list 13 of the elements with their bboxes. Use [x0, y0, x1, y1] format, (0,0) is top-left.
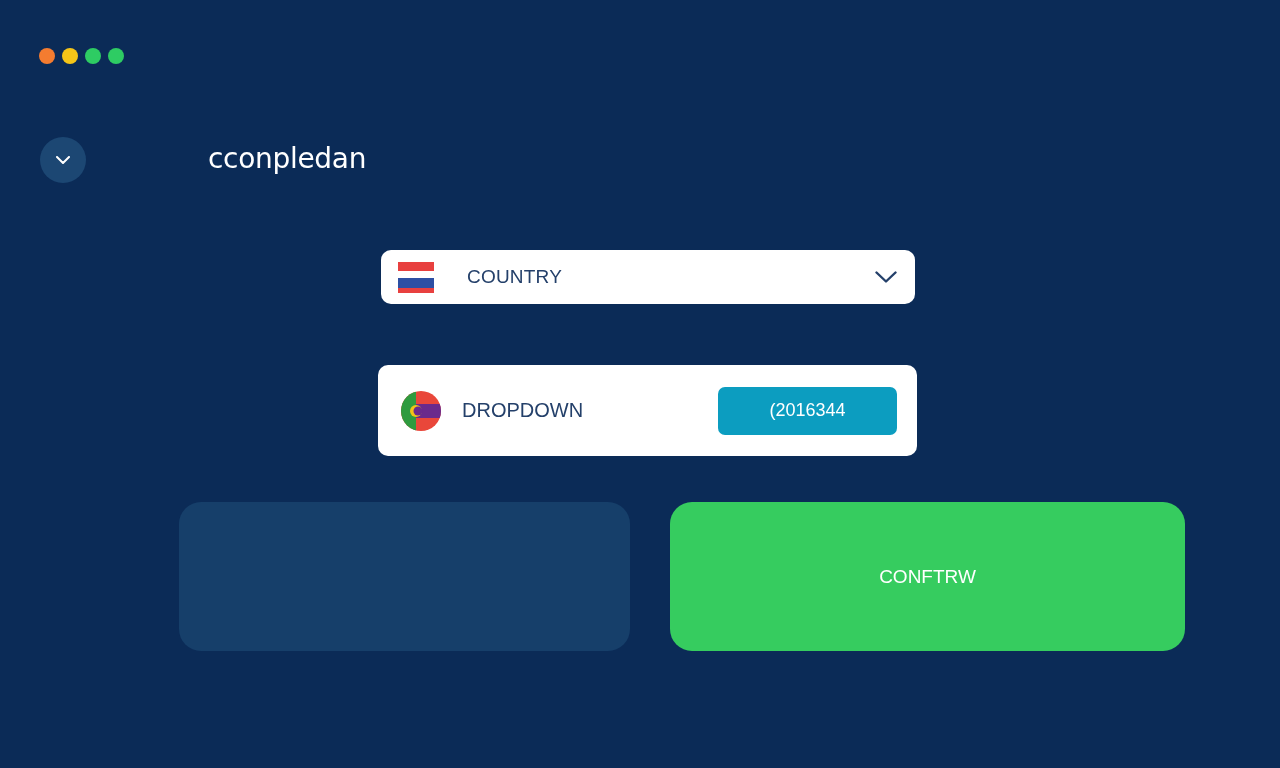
window-control-icon[interactable] — [39, 48, 55, 64]
confirm-button[interactable]: CONFTRW — [670, 502, 1185, 651]
window-control-icon[interactable] — [108, 48, 124, 64]
window-control-icon[interactable] — [85, 48, 101, 64]
dropdown-label: DROPDOWN — [462, 399, 585, 422]
code-button[interactable]: (2016344 — [718, 386, 897, 435]
app-title: cconpledan — [208, 145, 367, 175]
round-flag-icon — [401, 390, 441, 431]
chevron-down-icon — [875, 271, 897, 283]
chevron-down-icon — [56, 156, 70, 164]
country-select[interactable]: COUNTRY — [381, 250, 915, 304]
flag-icon — [398, 261, 434, 293]
window-control-icon[interactable] — [62, 48, 78, 64]
